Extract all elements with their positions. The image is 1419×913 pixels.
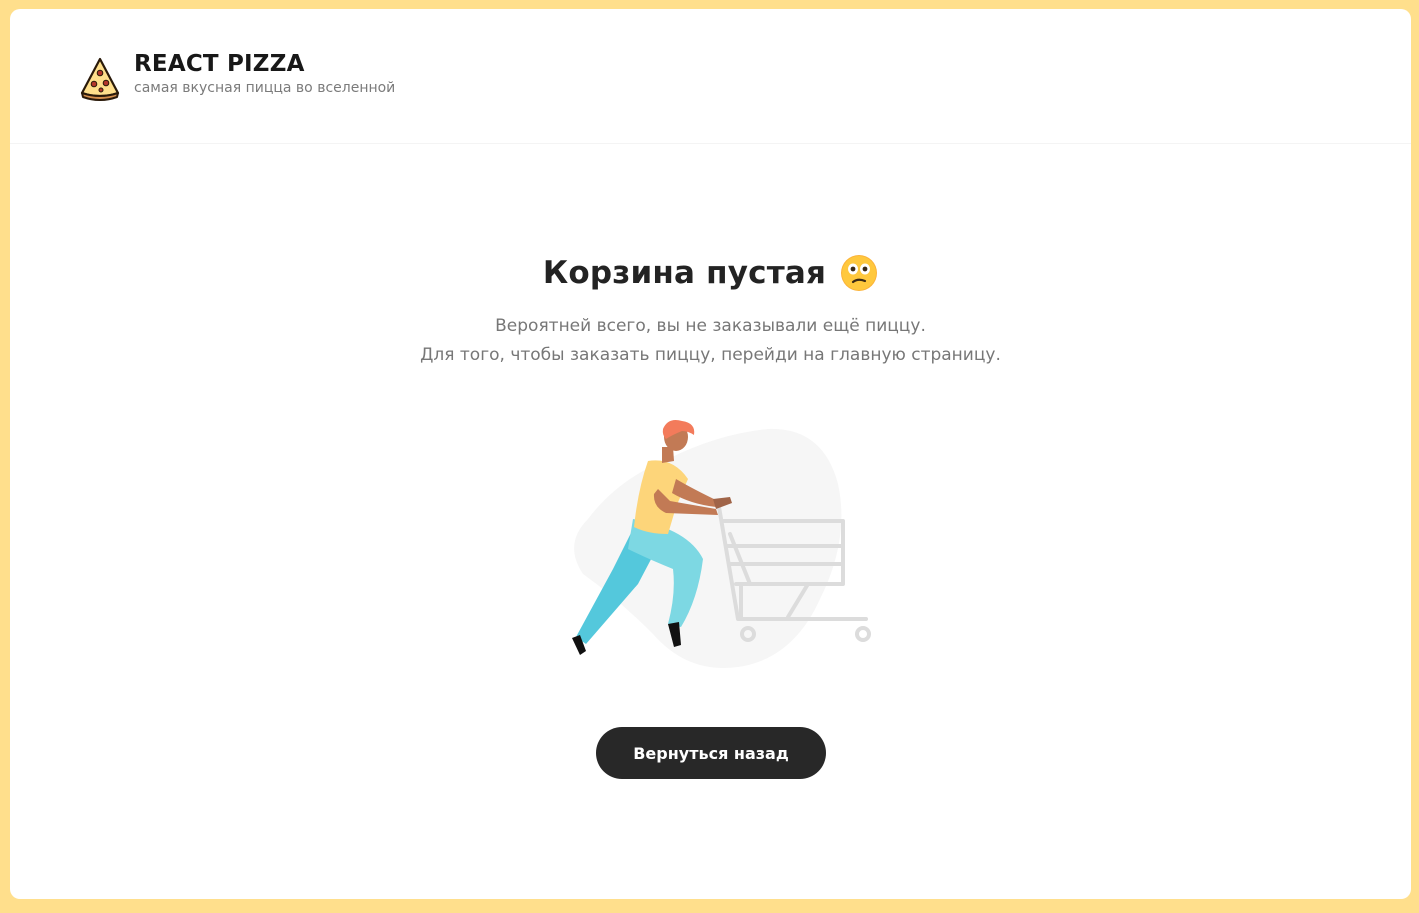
pizza-slice-icon — [80, 57, 120, 101]
cart-empty-heading: Корзина пустая — [543, 254, 878, 292]
cart-empty-title: Корзина пустая — [542, 255, 827, 291]
back-button[interactable]: Вернуться назад — [596, 727, 826, 779]
background-blob — [574, 428, 842, 669]
cart-empty-section: Корзина пустая Вероятней всего, вы не за… — [10, 254, 1411, 370]
empty-cart-illustration — [572, 420, 871, 669]
logo-text: REACT PIZZA самая вкусная пицца во вселе… — [134, 49, 395, 96]
confused-face-emoji-icon — [841, 255, 878, 291]
cart-empty-text-line-2: Для того, чтобы заказать пиццу, перейди … — [420, 345, 1001, 365]
cart-empty-description: Вероятней всего, вы не заказывали ещё пи… — [10, 312, 1411, 370]
header: REACT PIZZA самая вкусная пицца во вселе… — [10, 9, 1411, 144]
cart-empty-text-line-1: Вероятней всего, вы не заказывали ещё пи… — [495, 316, 926, 336]
logo-title: REACT PIZZA — [134, 51, 305, 77]
app-wrapper: REACT PIZZA самая вкусная пицца во вселе… — [10, 9, 1411, 899]
logo-subtitle: самая вкусная пицца во вселенной — [134, 80, 396, 96]
logo-link[interactable]: REACT PIZZA самая вкусная пицца во вселе… — [80, 49, 395, 101]
